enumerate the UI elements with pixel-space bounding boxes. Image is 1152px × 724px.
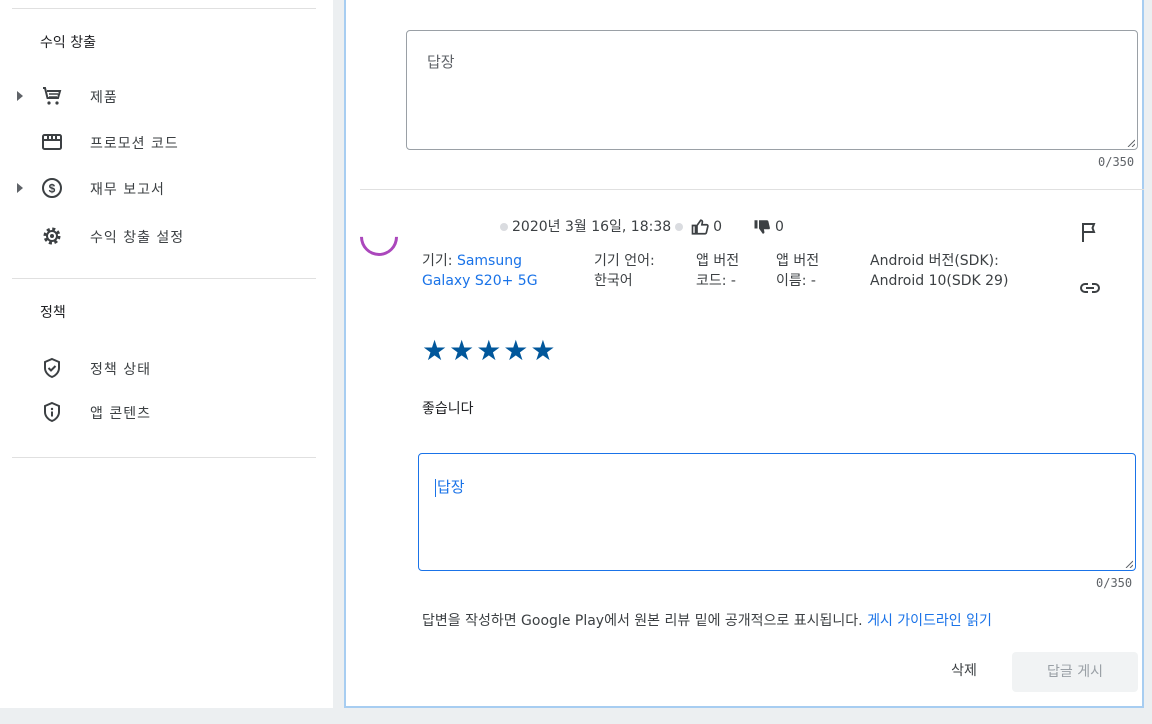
sidebar-item-products[interactable]: 제품 [0,78,320,114]
section-title-policy: 정책 [40,305,66,321]
thumbs-down-icon [754,220,770,234]
guideline-link[interactable]: 게시 가이드라인 읽기 [867,613,992,629]
review-meta-row: 2020년 3월 16일, 18:38 0 0 [496,216,784,236]
gear-icon [43,227,61,245]
svg-text:$: $ [49,182,56,196]
top-reply-textarea[interactable]: 답장 [406,30,1138,150]
delete-button[interactable]: 삭제 [942,653,986,689]
flag-icon[interactable] [1078,220,1102,244]
thumbs-up-icon [691,219,709,235]
sidebar-item-financial-reports[interactable]: $ 재무 보고서 [0,170,320,206]
sidebar-divider [12,457,316,458]
device-link-2[interactable]: Galaxy S20+ 5G [422,273,538,289]
sidebar: 수익 창출 제품 프로모션 코드 $ 재무 보고서 수익 창출 설정 정책 정책… [0,0,333,708]
separator-dot [675,222,684,231]
reply-notice: 답변을 작성하면 Google Play에서 원본 리뷰 밑에 공개적으로 표시… [422,610,992,630]
sidebar-item-label: 정책 상태 [90,362,151,378]
app-version-code-label: 앱 버전 [696,253,740,269]
android-version-label: Android 버전(SDK): [870,253,999,269]
reply-counter: 0/350 [1096,576,1133,590]
avatar [352,210,406,264]
expand-arrow-icon[interactable] [17,91,23,101]
dollar-circle-icon: $ [42,178,62,198]
sidebar-item-label: 앱 콘텐츠 [90,406,151,422]
sidebar-item-promo-codes[interactable]: 프로모션 코드 [0,124,320,160]
resize-handle-icon[interactable] [1127,139,1135,147]
app-version-name-value: 이름: - [776,273,816,289]
reply-textarea[interactable]: 답장 [418,453,1136,571]
separator-dot [500,222,508,231]
sidebar-divider [12,8,316,9]
expand-arrow-icon[interactable] [17,183,23,193]
sidebar-divider [12,278,316,279]
link-icon[interactable] [1078,276,1102,300]
device-info: 기기: Samsung Galaxy S20+ 5G [422,251,538,291]
top-reply-counter: 0/350 [1098,155,1135,169]
sidebar-item-policy-status[interactable]: 정책 상태 [0,350,320,386]
app-version-code: 앱 버전 코드: - [696,251,739,291]
app-version-name-label: 앱 버전 [776,253,820,269]
device-language: 기기 언어: 한국어 [594,251,655,291]
language-value: 한국어 [594,273,633,289]
section-title-monetization: 수익 창출 [40,35,96,51]
sidebar-item-label: 수익 창출 설정 [90,230,185,246]
reply-placeholder: 답장 [427,53,455,71]
review-date: 2020년 3월 16일, 18:38 [512,219,672,235]
resize-handle-icon[interactable] [1125,560,1133,568]
app-version-code-value: 코드: - [696,273,736,289]
reply-placeholder-text: 답장 [437,478,465,496]
likes-count: 0 [713,219,723,235]
shield-info-icon [44,401,60,423]
post-reply-button[interactable]: 답글 게시 [1012,652,1138,692]
device-link[interactable]: Samsung [457,253,522,269]
store-icon [42,134,62,150]
notice-text: 답변을 작성하면 Google Play에서 원본 리뷰 밑에 공개적으로 표시… [422,613,863,629]
reply-placeholder: 답장 [435,476,465,497]
sidebar-item-label: 제품 [90,90,118,106]
cart-icon [43,87,62,105]
sidebar-item-label: 재무 보고서 [90,182,165,198]
app-version-name: 앱 버전 이름: - [776,251,819,291]
android-version-value: Android 10(SDK 29) [870,273,1009,289]
device-label: 기기: [422,253,453,269]
dislikes-count: 0 [774,219,784,235]
language-label: 기기 언어: [594,253,655,269]
review-panel: 답장 0/350 2020년 3월 16일, 18:38 0 0 기기: Sam… [344,0,1144,708]
review-divider [360,189,1144,190]
android-version: Android 버전(SDK): Android 10(SDK 29) [870,251,1008,291]
sidebar-item-monetization-settings[interactable]: 수익 창출 설정 [0,218,320,254]
sidebar-item-app-content[interactable]: 앱 콘텐츠 [0,394,320,430]
text-cursor [435,478,436,497]
star-rating: ★★★★★ [422,334,558,367]
shield-check-icon [44,357,60,379]
sidebar-item-label: 프로모션 코드 [90,136,179,152]
review-text: 좋습니다 [422,401,474,417]
